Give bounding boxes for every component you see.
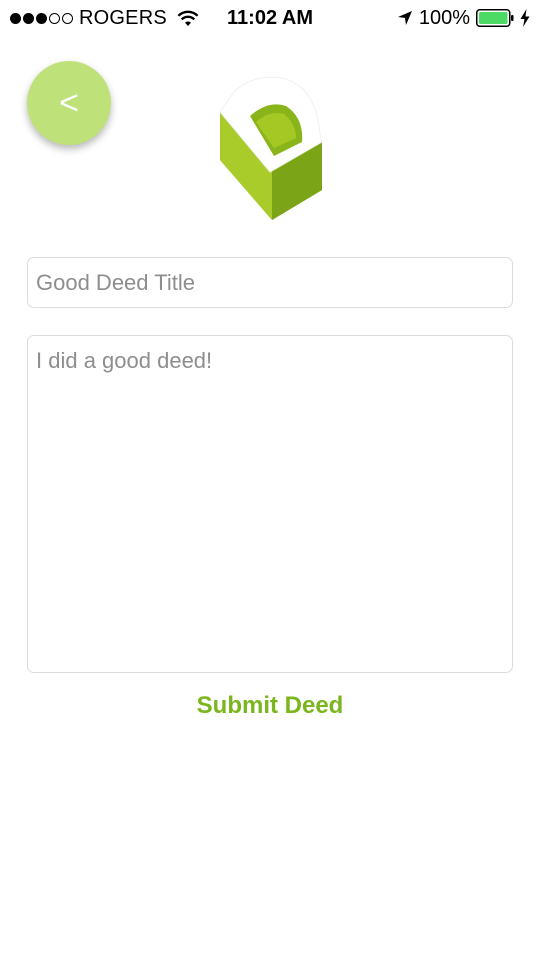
- status-right: 100%: [397, 0, 530, 36]
- deed-description-textarea[interactable]: [27, 335, 513, 673]
- charging-bolt-icon: [520, 9, 530, 27]
- battery-icon: [476, 9, 514, 27]
- battery-percent: 100%: [418, 7, 470, 29]
- submit-deed-button[interactable]: Submit Deed: [0, 688, 540, 724]
- location-arrow-icon: [397, 11, 412, 25]
- deed-title-input[interactable]: [27, 257, 513, 308]
- deed-logo-icon: [219, 76, 323, 220]
- back-button[interactable]: <: [27, 61, 111, 145]
- status-bar: ROGERS 11:02 AM 100%: [0, 0, 540, 36]
